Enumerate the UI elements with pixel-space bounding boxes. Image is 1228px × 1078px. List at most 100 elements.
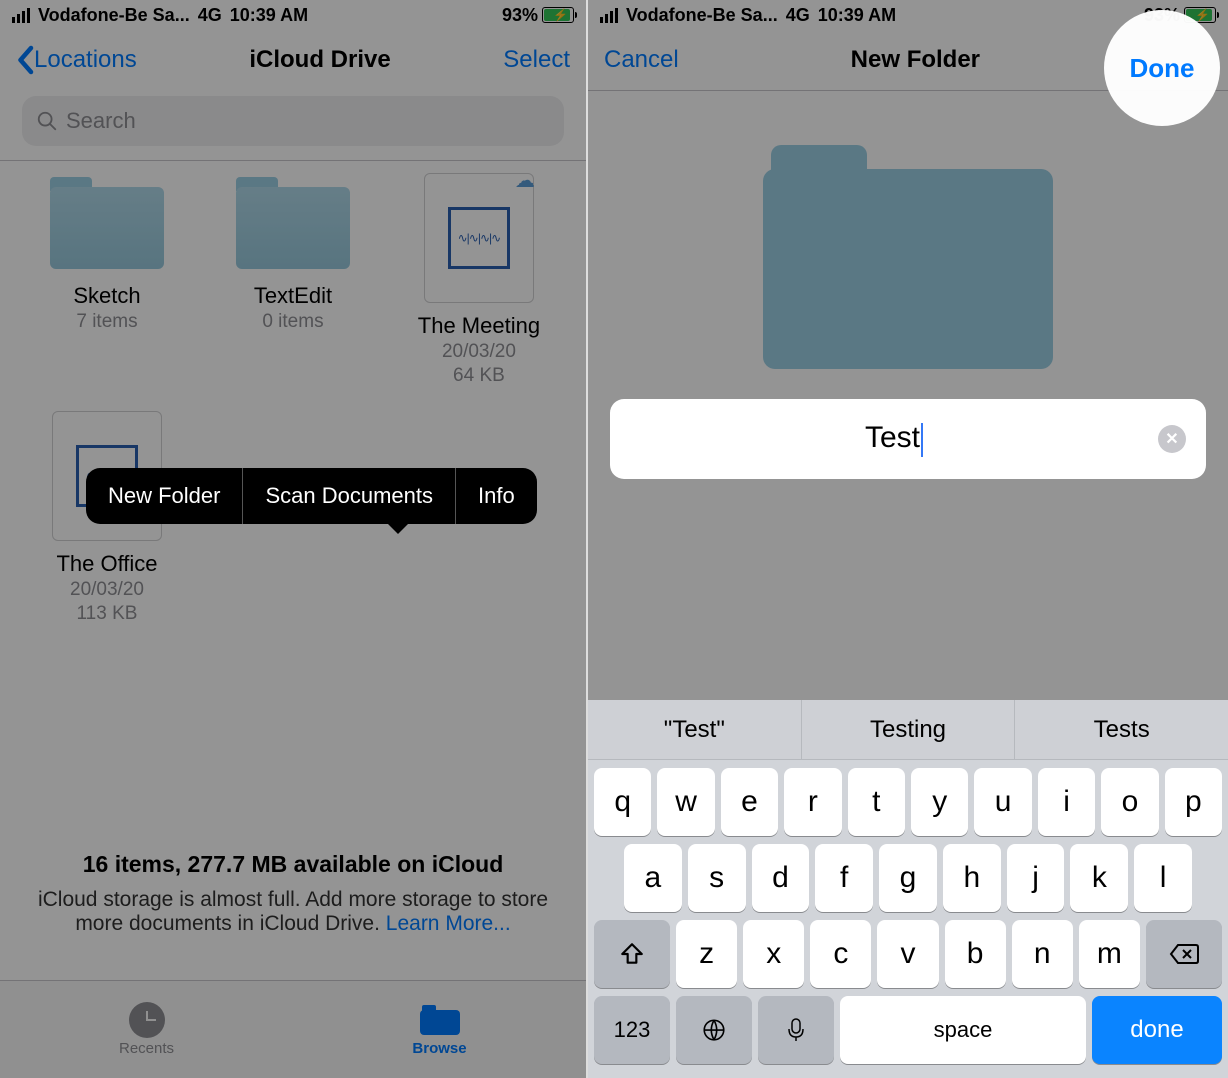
- key-l[interactable]: l: [1134, 844, 1192, 912]
- select-button[interactable]: Select: [503, 46, 570, 74]
- folder-name-value: Test: [865, 421, 920, 454]
- item-sub: 0 items: [204, 311, 382, 333]
- key-i[interactable]: i: [1038, 768, 1095, 836]
- signal-icon: [12, 8, 30, 23]
- time-label: 10:39 AM: [818, 5, 896, 26]
- item-name: The Meeting: [390, 313, 568, 339]
- battery-pct: 93%: [502, 5, 538, 26]
- grid-item-folder[interactable]: TextEdit 0 items: [200, 167, 386, 405]
- mic-icon: [786, 1017, 806, 1043]
- key-s[interactable]: s: [688, 844, 746, 912]
- key-d[interactable]: d: [752, 844, 810, 912]
- grid-item-folder[interactable]: Sketch 7 items: [14, 167, 200, 405]
- suggestion-3[interactable]: Tests: [1015, 700, 1228, 759]
- page-title: iCloud Drive: [137, 46, 504, 74]
- folder-icon: [420, 1005, 460, 1035]
- suggestion-2[interactable]: Testing: [802, 700, 1016, 759]
- key-n[interactable]: n: [1012, 920, 1073, 988]
- item-name: Sketch: [18, 283, 196, 309]
- done-button[interactable]: Done: [1104, 10, 1220, 126]
- grid-item-file[interactable]: ☁︎ ∿|∿|∿|∿ The Meeting 20/03/20 64 KB: [386, 167, 572, 405]
- key-a[interactable]: a: [624, 844, 682, 912]
- tab-label: Recents: [119, 1040, 174, 1057]
- key-c[interactable]: c: [810, 920, 871, 988]
- key-z[interactable]: z: [676, 920, 737, 988]
- globe-icon: [701, 1017, 727, 1043]
- key-q[interactable]: q: [594, 768, 651, 836]
- context-scan-documents[interactable]: Scan Documents: [243, 468, 456, 524]
- backspace-icon: [1169, 942, 1199, 966]
- numbers-key[interactable]: 123: [594, 996, 670, 1064]
- back-button[interactable]: Locations: [16, 45, 137, 75]
- suggestion-1[interactable]: "Test": [588, 700, 802, 759]
- key-g[interactable]: g: [879, 844, 937, 912]
- clock-icon: [129, 1002, 165, 1038]
- time-label: 10:39 AM: [230, 5, 308, 26]
- shift-key[interactable]: [594, 920, 670, 988]
- key-h[interactable]: h: [943, 844, 1001, 912]
- key-t[interactable]: t: [848, 768, 905, 836]
- key-w[interactable]: w: [657, 768, 714, 836]
- learn-more-link[interactable]: Learn More...: [386, 912, 511, 935]
- key-k[interactable]: k: [1070, 844, 1128, 912]
- key-m[interactable]: m: [1079, 920, 1140, 988]
- signal-icon: [600, 8, 618, 23]
- cancel-button[interactable]: Cancel: [604, 46, 679, 74]
- cloud-download-icon: ☁︎: [515, 168, 535, 193]
- search-icon: [36, 110, 58, 132]
- page-title: New Folder: [679, 46, 1152, 74]
- item-sub: 20/03/20: [18, 579, 196, 601]
- context-menu: New Folder Scan Documents Info: [86, 468, 537, 524]
- suggestion-bar: "Test" Testing Tests: [588, 700, 1228, 760]
- carrier-label: Vodafone-Be Sa...: [38, 5, 190, 26]
- keyboard: "Test" Testing Tests qwertyuiop asdfghjk…: [588, 700, 1228, 1078]
- key-u[interactable]: u: [974, 768, 1031, 836]
- context-new-folder[interactable]: New Folder: [86, 468, 243, 524]
- file-icon: ☁︎ ∿|∿|∿|∿: [424, 173, 534, 303]
- folder-icon: [46, 173, 168, 273]
- clear-text-button[interactable]: ✕: [1158, 425, 1186, 453]
- folder-name-field[interactable]: Test ✕: [610, 399, 1206, 479]
- context-info[interactable]: Info: [456, 468, 537, 524]
- search-placeholder: Search: [66, 108, 136, 134]
- key-x[interactable]: x: [743, 920, 804, 988]
- audio-glyph-icon: ∿|∿|∿|∿: [448, 207, 510, 269]
- key-p[interactable]: p: [1165, 768, 1222, 836]
- carrier-label: Vodafone-Be Sa...: [626, 5, 778, 26]
- battery-icon: ⚡: [542, 7, 574, 23]
- keyboard-done-key[interactable]: done: [1092, 996, 1222, 1064]
- item-sub2: 64 KB: [390, 365, 568, 387]
- text-cursor: [921, 423, 923, 457]
- item-sub: 7 items: [18, 311, 196, 333]
- network-label: 4G: [786, 5, 810, 26]
- done-label: Done: [1130, 53, 1195, 84]
- grid-item-file[interactable]: ∿|∿|∿|∿ The Office 20/03/20 113 KB: [14, 405, 200, 643]
- x-icon: ✕: [1165, 429, 1178, 449]
- backspace-key[interactable]: [1146, 920, 1222, 988]
- key-b[interactable]: b: [945, 920, 1006, 988]
- tab-bar: Recents Browse: [0, 980, 586, 1078]
- key-y[interactable]: y: [911, 768, 968, 836]
- tab-browse[interactable]: Browse: [293, 981, 586, 1078]
- item-sub: 20/03/20: [390, 341, 568, 363]
- key-o[interactable]: o: [1101, 768, 1158, 836]
- key-r[interactable]: r: [784, 768, 841, 836]
- status-bar: Vodafone-Be Sa... 4G 10:39 AM 93% ⚡: [0, 0, 586, 30]
- item-name: TextEdit: [204, 283, 382, 309]
- new-folder-preview-icon: [763, 145, 1053, 369]
- shift-icon: [619, 941, 645, 967]
- mic-key[interactable]: [758, 996, 834, 1064]
- search-input[interactable]: Search: [22, 96, 564, 146]
- key-e[interactable]: e: [721, 768, 778, 836]
- space-key[interactable]: space: [840, 996, 1086, 1064]
- key-v[interactable]: v: [877, 920, 938, 988]
- tab-recents[interactable]: Recents: [0, 981, 293, 1078]
- file-grid: Sketch 7 items TextEdit 0 items ☁︎ ∿|∿|∿…: [0, 161, 586, 643]
- globe-key[interactable]: [676, 996, 752, 1064]
- storage-summary: 16 items, 277.7 MB available on iCloud: [36, 851, 550, 878]
- key-f[interactable]: f: [815, 844, 873, 912]
- key-j[interactable]: j: [1007, 844, 1065, 912]
- tab-label: Browse: [412, 1040, 466, 1057]
- folder-icon: [232, 173, 354, 273]
- item-sub2: 113 KB: [18, 603, 196, 625]
